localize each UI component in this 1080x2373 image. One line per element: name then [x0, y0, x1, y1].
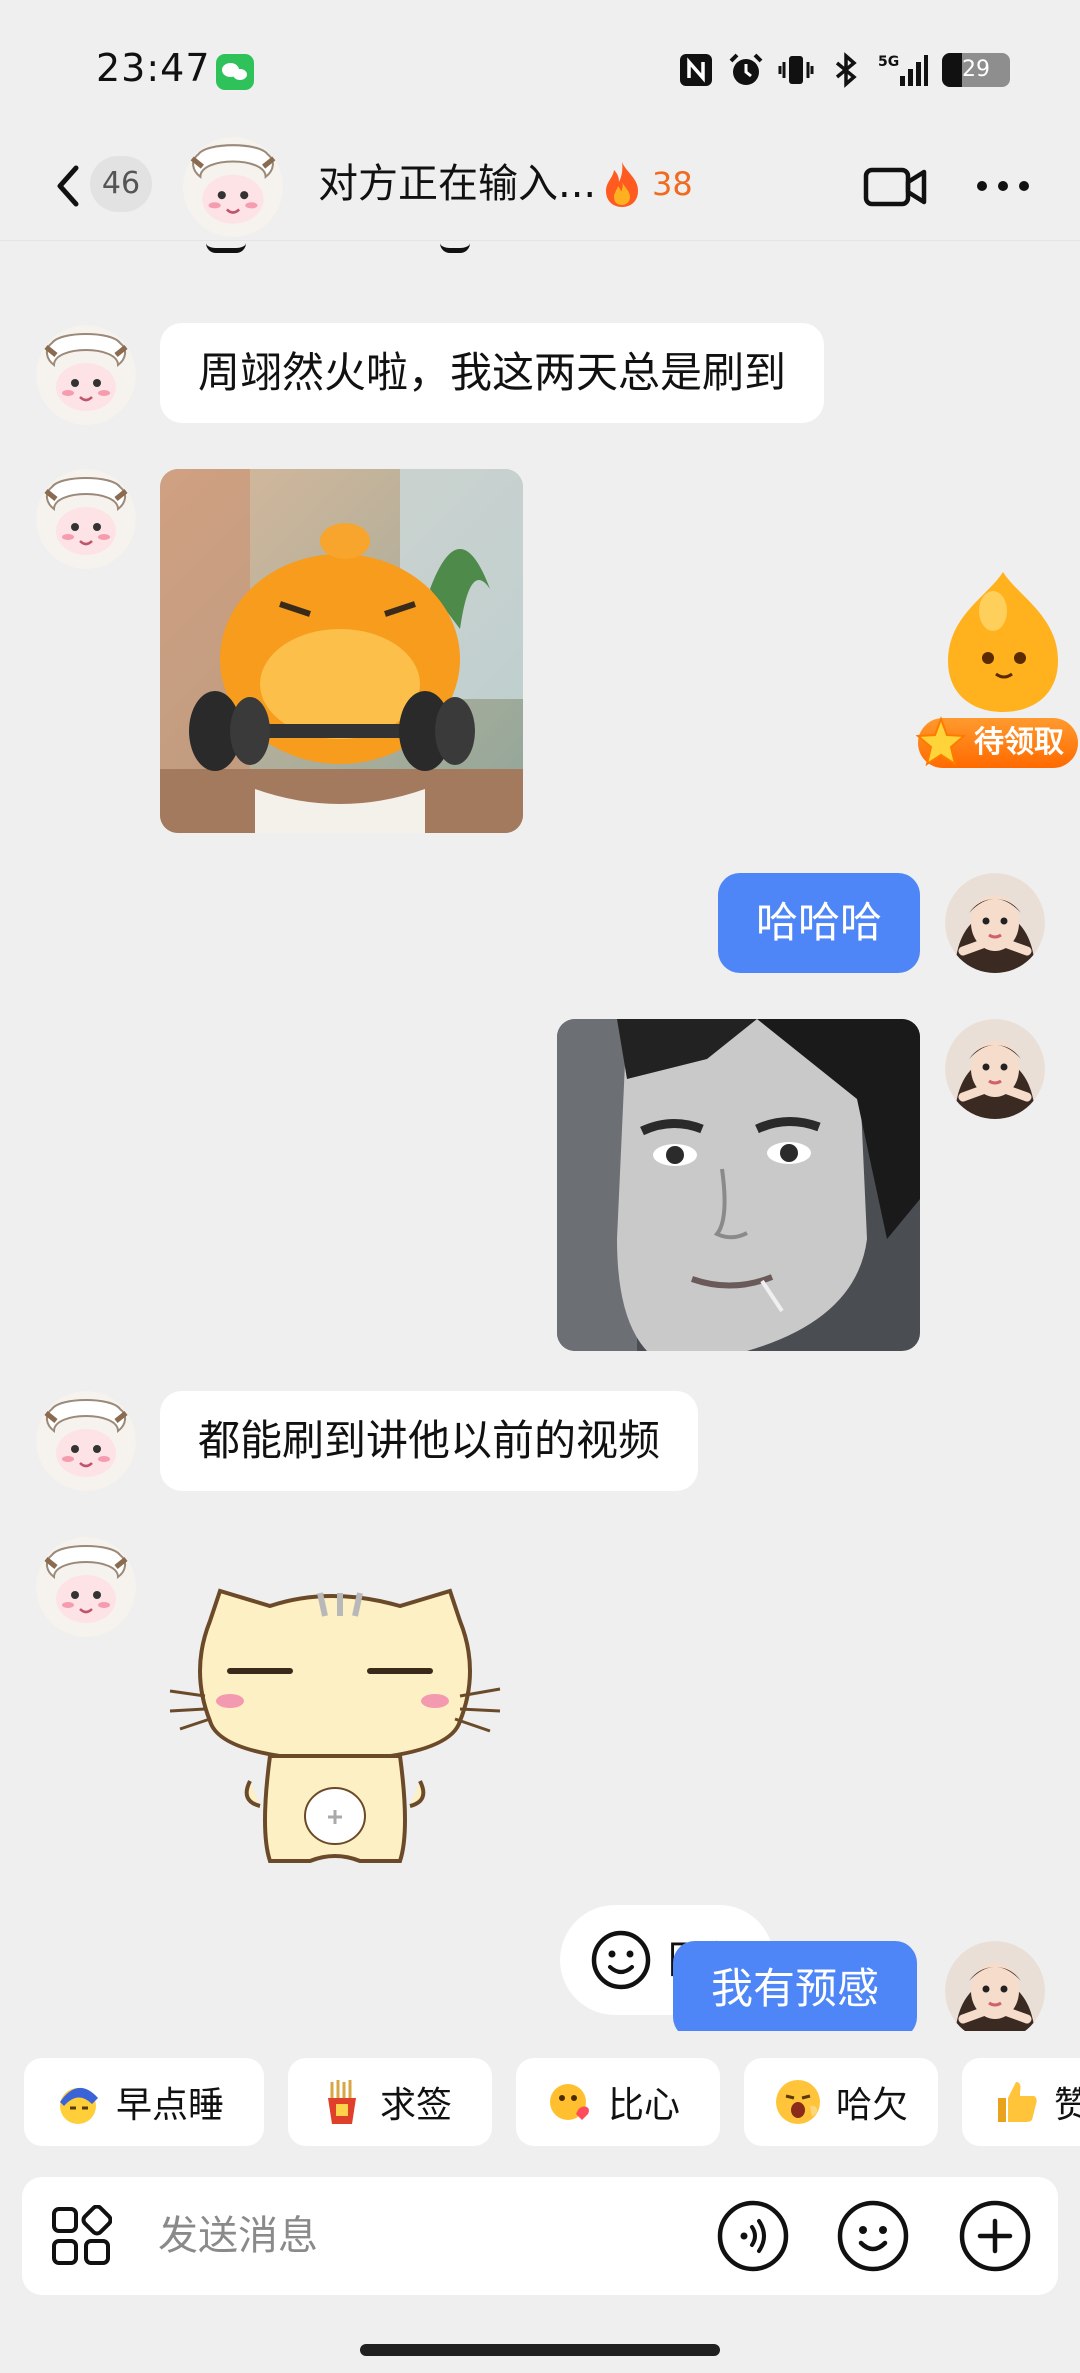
incoming-text-bubble[interactable]: 都能刷到讲他以前的视频 [160, 1391, 699, 1491]
signal-5g-icon: 5G [878, 54, 928, 86]
contact-avatar[interactable] [36, 469, 136, 569]
unread-count-badge[interactable]: 46 [90, 156, 152, 212]
streak-count: 38 [652, 165, 693, 203]
my-avatar[interactable] [945, 1019, 1045, 1119]
wechat-notification-icon [216, 54, 254, 90]
contact-avatar[interactable] [36, 325, 136, 425]
quick-reply-heart[interactable]: 比心 [516, 2058, 720, 2146]
outgoing-image-animated-face[interactable] [557, 1019, 920, 1351]
fortune-sticks-icon [328, 2080, 356, 2124]
outgoing-text-bubble[interactable]: 我有预感 [673, 1941, 918, 2031]
fire-icon [606, 162, 638, 207]
message-input-bar [22, 2177, 1058, 2295]
quick-reply-fortune[interactable]: 求签 [288, 2058, 492, 2146]
video-call-icon[interactable] [860, 154, 930, 218]
contact-avatar[interactable] [182, 136, 284, 238]
chip-label: 求签 [380, 2085, 453, 2126]
svg-text:5G: 5G [878, 54, 899, 70]
status-time: 23:47 [96, 46, 211, 90]
chip-label: 比心 [608, 2085, 681, 2126]
sleepy-cat-sticker[interactable] [160, 1581, 510, 1881]
quick-reply-yawn[interactable]: 哈欠 [744, 2058, 938, 2146]
quick-reply-bar[interactable]: 早点睡 求签 比心 哈欠 赞 [0, 2058, 1080, 2148]
home-indicator[interactable] [360, 2344, 720, 2356]
cut-off-text [440, 241, 470, 253]
vibrate-icon [778, 56, 814, 84]
message-input[interactable] [158, 2203, 698, 2269]
plus-icon[interactable] [958, 2199, 1032, 2273]
emoji-icon[interactable] [836, 2199, 910, 2273]
voice-input-icon[interactable] [716, 2199, 790, 2273]
cut-off-text [206, 241, 246, 253]
chip-label: 早点睡 [116, 2085, 225, 2126]
nfc-icon [680, 54, 712, 86]
my-avatar[interactable] [945, 1941, 1045, 2031]
heart-hands-icon [550, 2084, 589, 2120]
alarm-icon [729, 53, 763, 85]
reward-mascot-button[interactable]: 待领取 [916, 566, 1080, 781]
battery-icon: 29 [942, 53, 1010, 87]
more-icon[interactable] [970, 156, 1036, 216]
smiley-icon [591, 1930, 651, 1990]
incoming-image-orange-creature[interactable] [160, 469, 523, 833]
quick-reply-like[interactable]: 赞 [962, 2058, 1080, 2146]
chip-label: 哈欠 [836, 2085, 909, 2126]
contact-avatar[interactable] [36, 1537, 136, 1637]
chat-header: 46 对方正在输入... 38 [0, 130, 1080, 242]
outgoing-text-bubble[interactable]: 哈哈哈 [718, 873, 921, 973]
yawn-icon [776, 2080, 820, 2124]
thumbs-up-icon [998, 2082, 1037, 2122]
chat-title: 对方正在输入... [318, 161, 597, 207]
battery-level: 29 [962, 57, 990, 82]
status-icons: 5G 29 [678, 50, 1010, 90]
mascot-icon [948, 572, 1058, 712]
quick-reply-sleep[interactable]: 早点睡 [24, 2058, 264, 2146]
message-list[interactable]: 周翊然火啦，我这两天总是刷到 待领取 哈哈哈 都能刷到讲他以前的视频 我有预感 [0, 241, 1080, 2031]
contact-avatar[interactable] [36, 1391, 136, 1491]
sleep-icon [60, 2087, 98, 2124]
bluetooth-icon [835, 52, 857, 88]
chip-label: 赞 [1054, 2085, 1080, 2126]
my-avatar[interactable] [945, 873, 1045, 973]
status-bar: 23:47 5G 29 [0, 0, 1080, 130]
star-icon [916, 716, 966, 767]
apps-grid-icon[interactable] [50, 2205, 112, 2267]
incoming-text-bubble[interactable]: 周翊然火啦，我这两天总是刷到 [160, 323, 825, 423]
